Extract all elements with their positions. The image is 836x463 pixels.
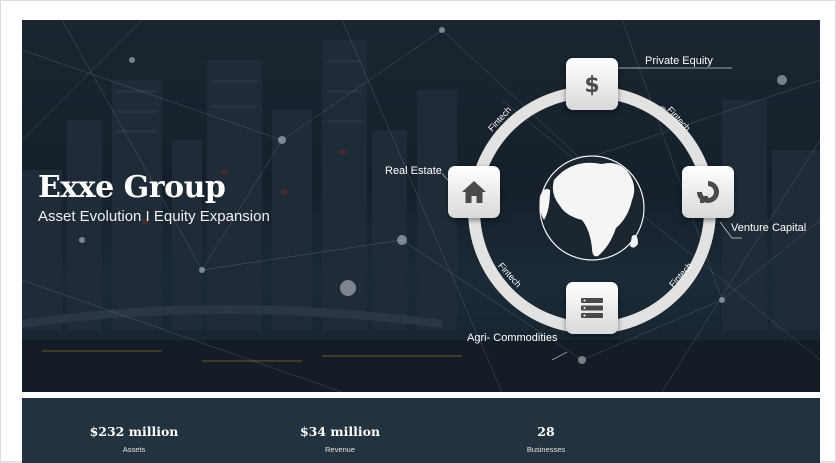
- venture-capital-label: Venture Capital: [731, 222, 807, 234]
- digitalocean-icon: [697, 181, 719, 203]
- brand-block: Exxe Group Asset Evolution I Equity Expa…: [38, 170, 270, 225]
- company-tagline: Asset Evolution I Equity Expansion: [38, 208, 270, 225]
- agri-commodities-node[interactable]: [566, 282, 618, 334]
- stat-assets-label: Assets: [122, 445, 146, 454]
- private-equity-label: Private Equity: [645, 55, 713, 67]
- globe-africa-icon: [539, 155, 645, 261]
- svg-text:$: $: [584, 73, 599, 98]
- stat-assets-value: $232 million: [89, 424, 179, 439]
- real-estate-node[interactable]: [448, 166, 500, 218]
- stat-assets: $232 million Assets: [44, 424, 224, 454]
- agri-commodities-label: Agri- Commodities: [467, 332, 558, 344]
- real-estate-label: Real Estate: [385, 165, 442, 177]
- private-equity-node[interactable]: $: [566, 58, 618, 110]
- venture-capital-node[interactable]: [682, 166, 734, 218]
- stats-bar: $232 million Assets $34 million Revenue …: [22, 398, 820, 463]
- home-icon: [462, 181, 486, 203]
- server-stack-icon: [581, 298, 603, 318]
- dollar-icon: $: [584, 73, 599, 98]
- stat-revenue-label: Revenue: [324, 445, 356, 454]
- stat-revenue-value: $34 million: [299, 424, 381, 439]
- stat-businesses-value: 28: [537, 424, 555, 439]
- page-frame: Exxe Group Asset Evolution I Equity Expa…: [0, 0, 836, 463]
- stat-revenue: $34 million Revenue: [250, 424, 430, 454]
- hero-banner: Exxe Group Asset Evolution I Equity Expa…: [22, 20, 820, 392]
- stat-businesses-label: Businesses: [526, 445, 566, 454]
- stat-businesses: 28 Businesses: [456, 424, 636, 454]
- company-title: Exxe Group: [38, 170, 226, 205]
